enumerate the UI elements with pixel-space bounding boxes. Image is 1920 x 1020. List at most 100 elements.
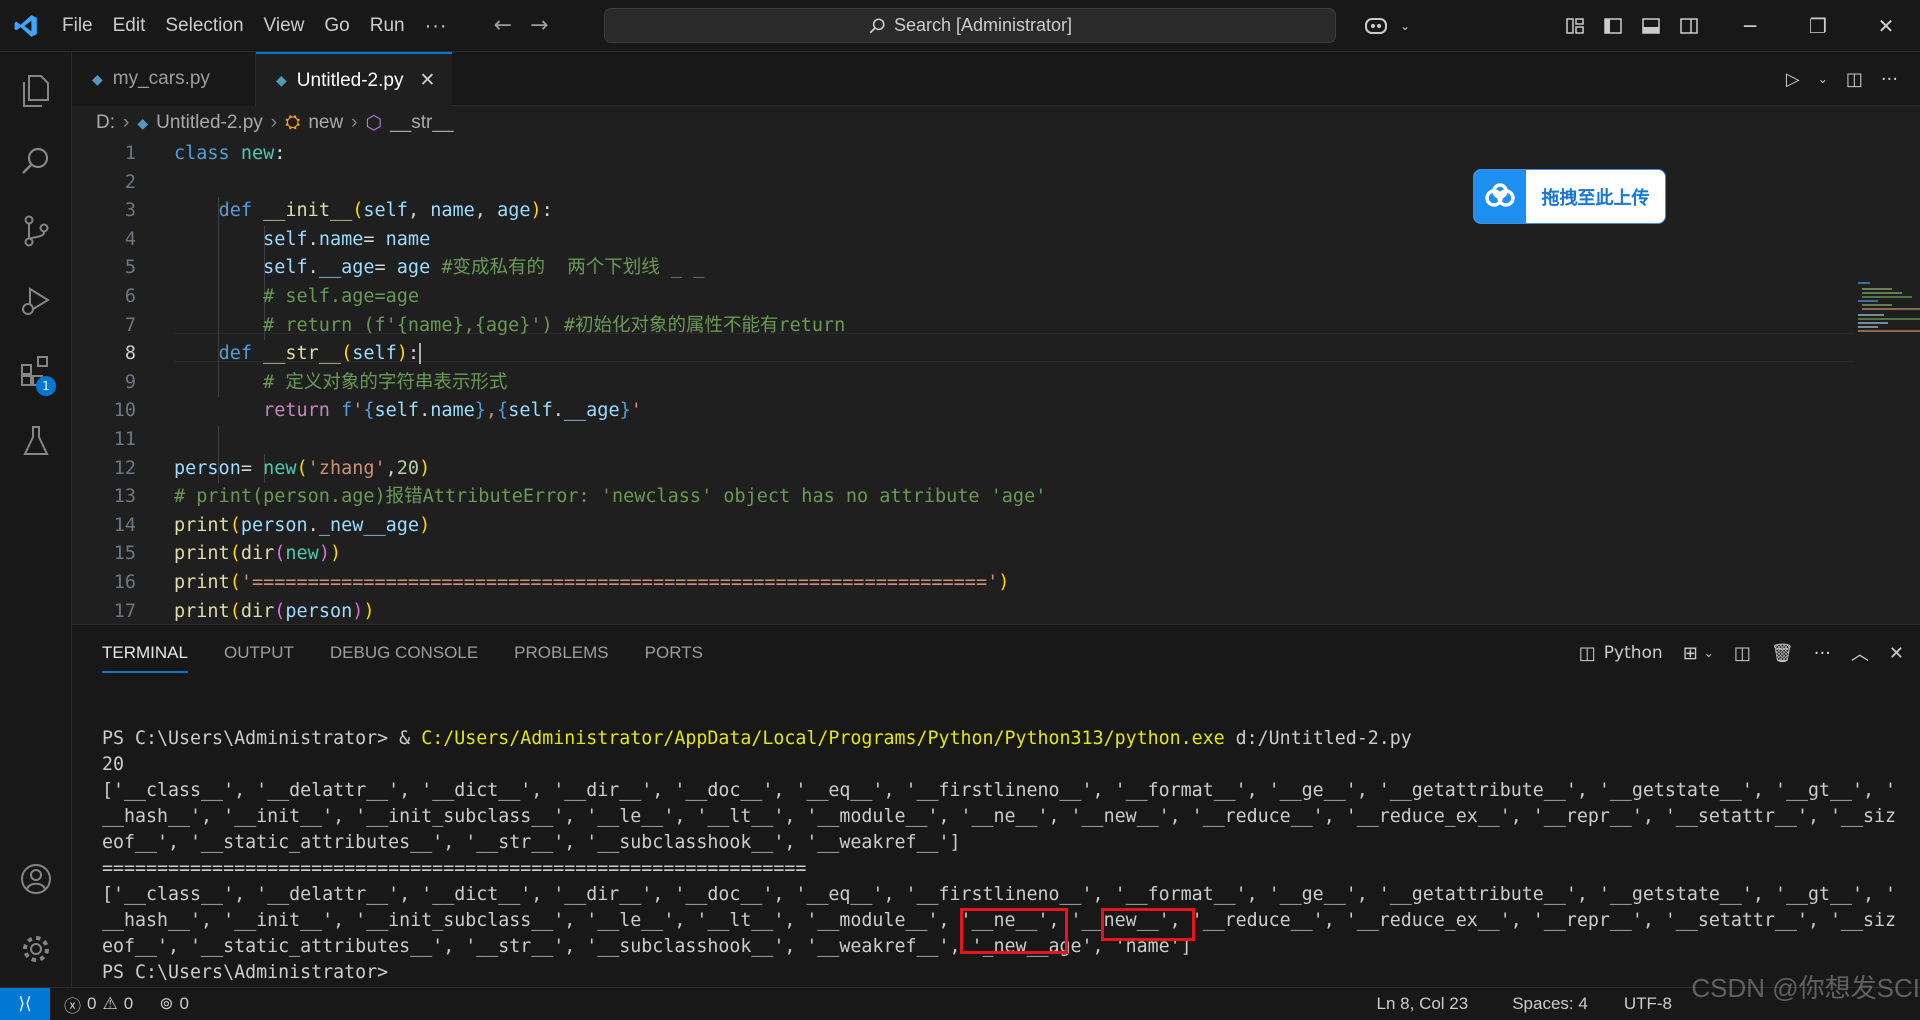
- watermark: CSDN @你想发SCI: [1691, 973, 1920, 1003]
- maximize-panel-chevron-icon[interactable]: ︿: [1851, 640, 1869, 666]
- code-line: 10 return f'{self.name},{self.__age}': [72, 397, 1772, 426]
- source-control-icon[interactable]: [0, 200, 72, 262]
- line-number: 5: [124, 257, 136, 279]
- remote-indicator-icon[interactable]: ⟩⟨: [0, 987, 50, 1020]
- run-python-file-icon[interactable]: ▷: [1786, 69, 1800, 90]
- extensions-badge: 1: [36, 376, 56, 396]
- encoding[interactable]: UTF-8: [1616, 994, 1680, 1014]
- more-actions-icon[interactable]: ···: [1814, 643, 1831, 664]
- menu-file[interactable]: File: [52, 0, 103, 52]
- line-number: 1: [124, 143, 136, 164]
- forward-arrow-icon[interactable]: →: [530, 13, 548, 38]
- restore-icon[interactable]: ❐: [1784, 0, 1852, 52]
- line-number: 15: [113, 543, 136, 565]
- tab-label: Untitled-2.py: [296, 69, 404, 91]
- vscode-logo-icon: [0, 0, 52, 52]
- search-view-icon[interactable]: [0, 130, 72, 192]
- settings-gear-icon[interactable]: [0, 918, 72, 980]
- python-file-icon: ◆: [92, 70, 103, 87]
- method-symbol-icon: ⬡: [365, 112, 383, 134]
- minimize-icon[interactable]: ─: [1716, 0, 1784, 52]
- kill-terminal-trash-icon[interactable]: 🗑: [1771, 643, 1794, 664]
- code-line: 13 # print(person.age)报错AttributeError: '…: [72, 483, 1772, 512]
- terminal-output[interactable]: PS C:\Users\Administrator> & C:/Users/Ad…: [102, 700, 1912, 1020]
- run-debug-icon[interactable]: [0, 270, 72, 332]
- upload-label: 拖拽至此上传: [1541, 187, 1650, 209]
- menu-run[interactable]: Run: [360, 0, 415, 52]
- terminal-line: ========================================…: [102, 858, 807, 879]
- extensions-icon[interactable]: 1: [0, 340, 72, 402]
- copilot-icon[interactable]: [1352, 11, 1400, 41]
- line-number: 13: [113, 486, 136, 508]
- chevron-right-icon: ›: [351, 112, 358, 133]
- breadcrumb-class[interactable]: new: [308, 112, 343, 134]
- tab-ports[interactable]: PORTS: [645, 643, 703, 663]
- code-line: 6 # self.age=age: [72, 283, 1772, 312]
- tab-problems[interactable]: PROBLEMS: [514, 643, 608, 663]
- code-line: 14 print(person._new__age): [72, 512, 1772, 541]
- cursor-position[interactable]: Ln 8, Col 23: [1369, 994, 1477, 1014]
- toggle-panel-icon[interactable]: [1636, 11, 1666, 41]
- breadcrumb-method[interactable]: __str__: [390, 112, 453, 134]
- breadcrumb-file[interactable]: Untitled-2.py: [156, 112, 263, 134]
- chevron-right-icon: ›: [270, 112, 278, 133]
- run-dropdown-chevron-icon[interactable]: ⌄: [1818, 72, 1828, 86]
- terminal-line: ['__class__', '__delattr__', '__dict__',…: [102, 780, 1897, 801]
- upload-drop-widget[interactable]: 拖拽至此上传: [1473, 169, 1666, 224]
- terminal-line: 20: [102, 754, 125, 775]
- breadcrumb-drive[interactable]: D:: [96, 112, 115, 134]
- problems-status[interactable]: ⓧ 0 ⚠ 0: [56, 992, 141, 1017]
- indentation[interactable]: Spaces: 4: [1504, 994, 1596, 1014]
- accounts-icon[interactable]: [0, 848, 72, 910]
- highlight-box-name: [1101, 908, 1195, 941]
- bottom-panel: TERMINAL OUTPUT DEBUG CONSOLE PROBLEMS P…: [72, 624, 1920, 987]
- code-line: 1 class new:: [72, 140, 1772, 169]
- highlight-box-new-age: [960, 908, 1068, 954]
- code-line: 4 self.name= name: [72, 226, 1772, 255]
- explorer-icon[interactable]: [0, 60, 72, 122]
- menu-more[interactable]: ···: [415, 0, 458, 52]
- menu-go[interactable]: Go: [314, 0, 359, 52]
- warning-icon: ⚠: [102, 994, 118, 1013]
- tab-label: my_cars.py: [112, 68, 210, 89]
- warning-count: 0: [123, 994, 134, 1013]
- search-icon: [869, 17, 885, 33]
- tab-untitled-2[interactable]: ◆ Untitled-2.py ✕: [256, 52, 452, 107]
- command-center-search[interactable]: Search [Administrator]: [604, 8, 1336, 43]
- testing-flask-icon[interactable]: [0, 410, 72, 472]
- close-tab-icon[interactable]: ✕: [419, 69, 435, 92]
- tab-output[interactable]: OUTPUT: [224, 643, 294, 663]
- minimap[interactable]: [1854, 280, 1920, 340]
- new-terminal-icon[interactable]: ⊞: [1683, 643, 1698, 664]
- terminal-shell-label[interactable]: Python: [1604, 643, 1663, 663]
- close-window-icon[interactable]: ✕: [1852, 0, 1920, 52]
- terminal-dropdown-chevron-icon[interactable]: ⌄: [1704, 646, 1714, 660]
- breadcrumb: D: › ◆ Untitled-2.py › ⛭ new › ⬡ __str__: [72, 106, 1920, 140]
- split-editor-icon[interactable]: ◫: [1846, 69, 1863, 90]
- code-line: 8 def __str__(self):: [72, 340, 1772, 369]
- copilot-dropdown-chevron-icon[interactable]: ⌄: [1400, 19, 1410, 33]
- menu-view[interactable]: View: [254, 0, 315, 52]
- terminal-line: PS C:\Users\Administrator>: [102, 962, 400, 983]
- back-arrow-icon[interactable]: ←: [494, 13, 512, 38]
- more-actions-icon[interactable]: ···: [1881, 69, 1898, 90]
- menu-edit[interactable]: Edit: [103, 0, 156, 52]
- menu-selection[interactable]: Selection: [155, 0, 253, 52]
- terminal-line: eof__', '__static_attributes__', '__str_…: [102, 832, 961, 853]
- toggle-secondary-sidebar-icon[interactable]: [1674, 11, 1704, 41]
- close-panel-icon[interactable]: ✕: [1889, 643, 1904, 664]
- split-terminal-icon[interactable]: ◫: [1734, 643, 1751, 664]
- tab-terminal[interactable]: TERMINAL: [102, 643, 188, 673]
- tab-my-cars[interactable]: ◆ my_cars.py: [72, 52, 256, 106]
- broadcast-icon: ⊚: [159, 994, 174, 1013]
- tab-debug-console[interactable]: DEBUG CONSOLE: [330, 643, 478, 663]
- customize-layout-icon[interactable]: [1560, 11, 1590, 41]
- ports-status[interactable]: ⊚ 0: [151, 994, 197, 1014]
- python-file-icon: ◆: [137, 114, 149, 131]
- line-number: 12: [113, 457, 136, 479]
- ports-count: 0: [179, 994, 189, 1013]
- cloud-upload-icon: [1474, 170, 1526, 223]
- toggle-primary-sidebar-icon[interactable]: [1598, 11, 1628, 41]
- terminal-line: __hash__', '__init__', '__init_subclass_…: [102, 806, 1897, 827]
- activity-bar: 1: [0, 52, 72, 987]
